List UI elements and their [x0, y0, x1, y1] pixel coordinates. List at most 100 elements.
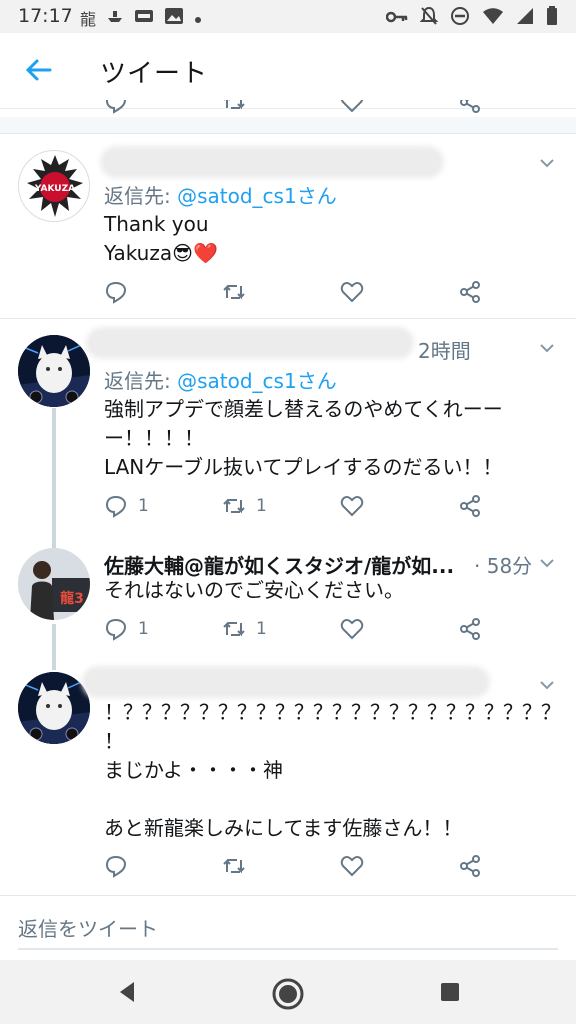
news-notification-icon: [134, 8, 154, 28]
reply-button[interactable]: [104, 851, 138, 881]
tweet[interactable]: ！？？？？？？？？？？？？？？？？？？？？？？？ ！ まじかよ・・・・神 あと新…: [0, 658, 576, 894]
like-button[interactable]: [340, 491, 364, 521]
section-gap: [0, 117, 576, 133]
notification-icons: 龍: [80, 6, 202, 30]
avatar[interactable]: [18, 672, 90, 744]
dnd-icon: [450, 6, 470, 31]
page-title: ツイート: [100, 59, 209, 89]
chevron-down-icon[interactable]: [538, 676, 558, 696]
avatar[interactable]: YAKUZA: [18, 150, 90, 222]
retweet-button[interactable]: [222, 277, 256, 307]
reply-button[interactable]: 1: [104, 491, 149, 521]
reply-composer[interactable]: 返信をツイート: [0, 895, 576, 955]
reply-input[interactable]: 返信をツイート: [18, 913, 158, 942]
redacted-name: [86, 670, 486, 694]
like-button[interactable]: [340, 851, 364, 881]
tweet-body: それはないのでご安心ください。: [104, 576, 558, 605]
tweet-actions: 1 1: [104, 491, 484, 521]
system-nav-bar: [0, 960, 576, 1024]
retweet-icon: [223, 498, 245, 514]
reply-icon: [105, 618, 127, 641]
retweet-icon: [223, 621, 245, 637]
reply-count: 1: [138, 619, 149, 639]
tweet-line: Thank you: [104, 212, 209, 236]
tweet-actions: [104, 851, 484, 881]
tweet-line: LANケーブル抜いてプレイするのだるい！！: [104, 455, 503, 479]
tweet-time: 2時間: [418, 339, 471, 363]
like-icon: [340, 281, 364, 303]
yakuza-avatar-image: YAKUZA: [27, 155, 83, 217]
retweet-icon: [223, 284, 245, 300]
nav-recents-button[interactable]: [434, 976, 466, 1008]
reply-icon[interactable]: [104, 100, 128, 114]
battery-icon: [546, 6, 558, 31]
chevron-down-icon[interactable]: [538, 554, 558, 574]
reply-button[interactable]: 1: [104, 614, 149, 644]
status-bar: 17:17 龍: [0, 0, 576, 33]
nav-home-button[interactable]: [270, 976, 304, 1010]
tweet[interactable]: YAKUZA 返信先: @satod_cs1さん Thank you Yakuz…: [0, 134, 576, 318]
back-button[interactable]: [24, 51, 54, 87]
tweet[interactable]: 2時間 返信先: @satod_cs1さん 強制アプデで顔差し替えるのやめてくれ…: [0, 319, 576, 541]
share-button[interactable]: [458, 614, 482, 644]
tweet-line: あと新龍楽しみにしてます佐藤さん！！: [104, 816, 463, 840]
like-icon[interactable]: [340, 100, 364, 114]
retweet-icon[interactable]: [222, 100, 246, 114]
reply-icon: [105, 855, 127, 878]
square-recents-icon: [441, 983, 459, 1001]
reply-to-label: 返信先:: [104, 369, 178, 393]
retweet-button[interactable]: [222, 851, 256, 881]
share-icon: [460, 495, 480, 517]
reply-button[interactable]: [104, 277, 138, 307]
share-icon: [460, 855, 480, 877]
svg-text:龍3: 龍3: [60, 590, 84, 607]
reply-to-handle[interactable]: @satod_cs1さん: [177, 184, 337, 208]
reply-to: 返信先: @satod_cs1さん: [104, 180, 337, 209]
nav-back-button[interactable]: [112, 976, 144, 1008]
retweet-count: 1: [256, 619, 267, 639]
tweet-line: Yakuza😎❤️: [104, 241, 218, 265]
share-button[interactable]: [458, 491, 482, 521]
avatar[interactable]: [18, 335, 90, 407]
signal-icon: [516, 7, 534, 30]
photo-notification-icon: [164, 7, 184, 29]
reply-to: 返信先: @satod_cs1さん: [104, 365, 337, 394]
redacted-name: [90, 331, 410, 355]
tweet-line: まじかよ・・・・神: [104, 758, 283, 782]
redacted-name: [104, 150, 440, 174]
input-underline: [18, 948, 558, 950]
reply-to-handle[interactable]: @satod_cs1さん: [177, 369, 337, 393]
ship-notification-icon: [106, 7, 124, 29]
mute-icon: [419, 6, 439, 31]
share-button[interactable]: [458, 277, 482, 307]
tweet-line: ー！！！！: [104, 426, 204, 450]
reply-icon: [105, 281, 127, 304]
previous-tweet-actions: [0, 100, 576, 116]
share-icon[interactable]: [458, 100, 482, 114]
back-arrow-icon: [25, 59, 52, 81]
share-button[interactable]: [458, 851, 482, 881]
system-icons: [385, 6, 558, 31]
wifi-icon: [482, 7, 504, 30]
chevron-down-icon[interactable]: [538, 339, 558, 359]
retweet-button[interactable]: 1: [222, 491, 267, 521]
tweet-body: Thank you Yakuza😎❤️: [104, 210, 558, 268]
retweet-button[interactable]: 1: [222, 614, 267, 644]
reply-icon: [105, 495, 127, 518]
tweet-line: ！: [104, 729, 124, 753]
author-name[interactable]: 佐藤大輔@龍が如くスタジオ/龍が如...: [104, 550, 454, 579]
tweet-body: 強制アプデで顔差し替えるのやめてくれーー ー！！！！ LANケーブル抜いてプレイ…: [104, 395, 558, 482]
share-icon: [460, 618, 480, 640]
tweet[interactable]: 龍3 佐藤大輔@龍が如くスタジオ/龍が如... · 58分 それはないのでご安心…: [0, 540, 576, 658]
chevron-down-icon[interactable]: [538, 154, 558, 174]
photo-avatar-image: 龍3: [18, 548, 90, 620]
like-icon: [340, 618, 364, 640]
like-button[interactable]: [340, 614, 364, 644]
avatar[interactable]: 龍3: [18, 548, 90, 620]
svg-text:YAKUZA: YAKUZA: [34, 184, 75, 194]
tweet-actions: 1 1: [104, 614, 484, 644]
circle-home-icon: [272, 978, 304, 1010]
like-button[interactable]: [340, 277, 364, 307]
reply-to-label: 返信先:: [104, 184, 178, 208]
app-bar: ツイート: [0, 33, 576, 109]
